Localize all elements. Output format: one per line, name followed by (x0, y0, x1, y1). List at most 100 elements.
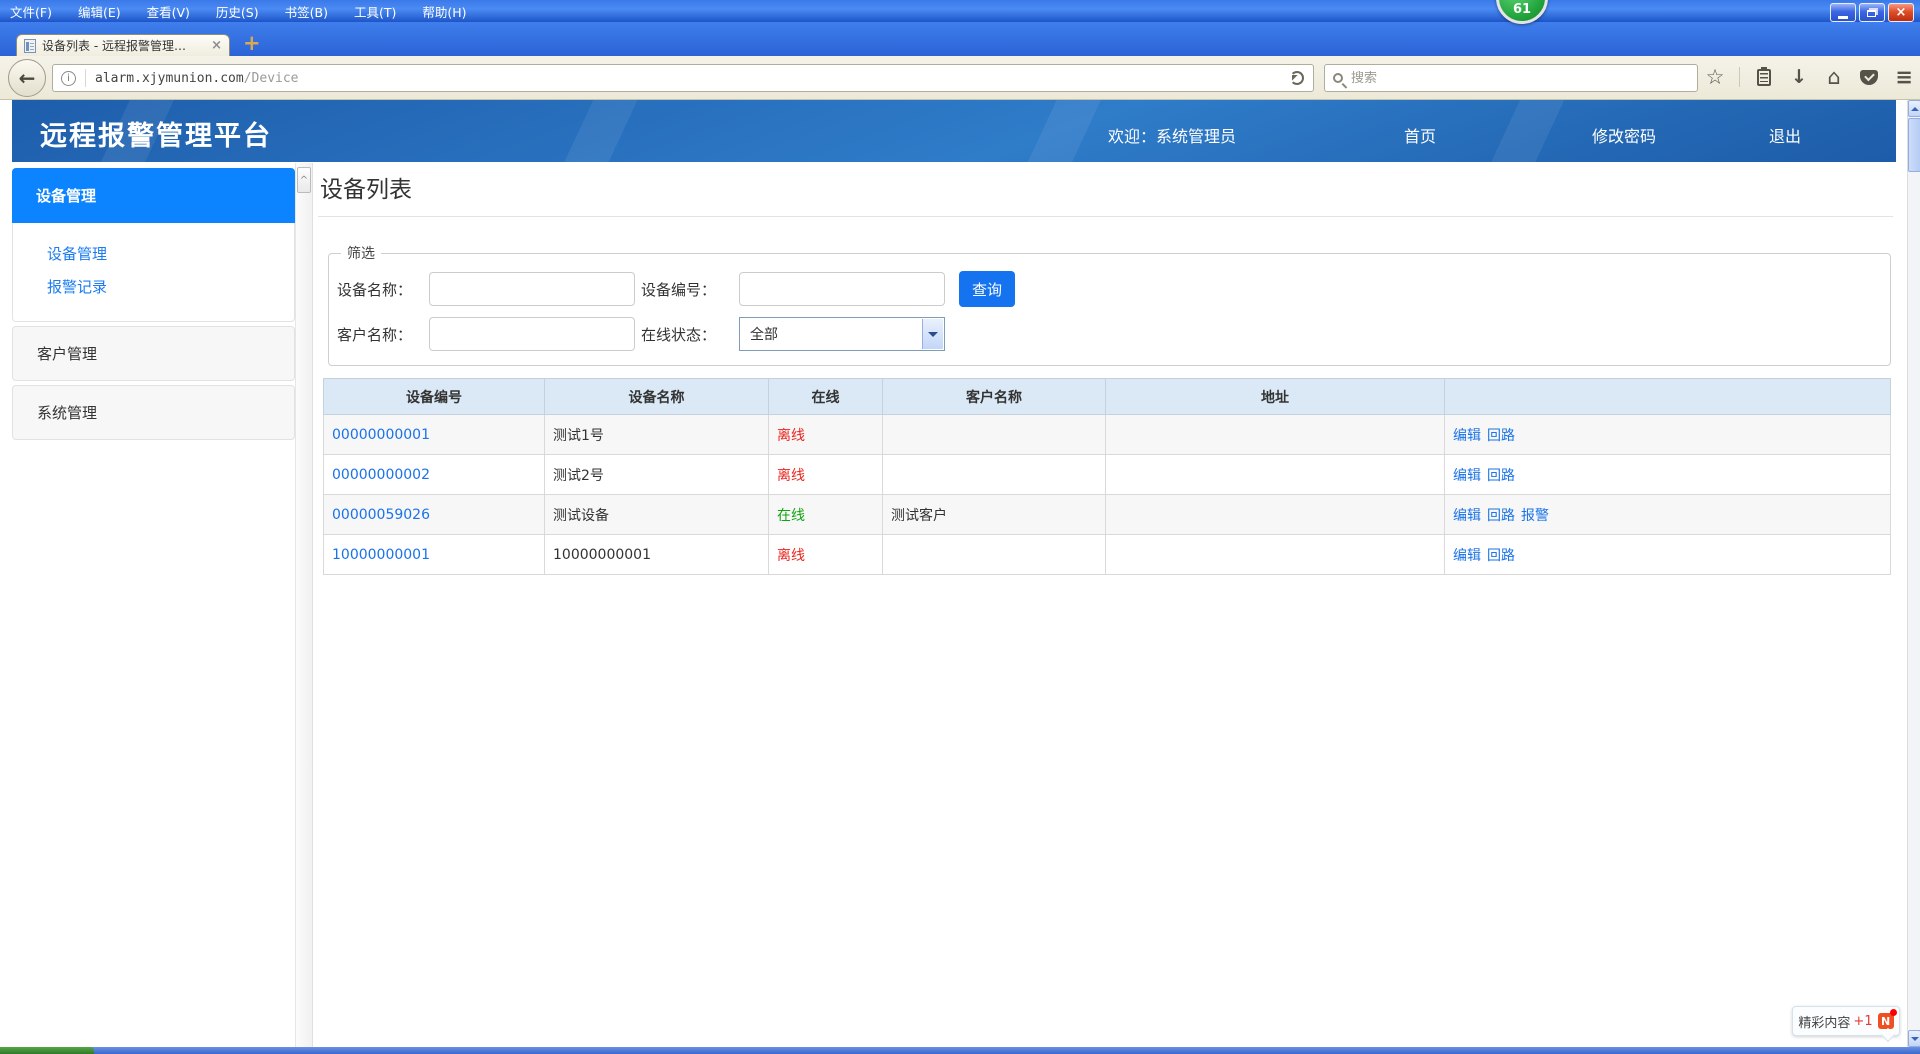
menu-item[interactable]: 查看(V) (147, 2, 190, 21)
action-link[interactable]: 编辑 (1453, 508, 1481, 524)
select-dropdown-arrow-icon[interactable] (922, 319, 943, 349)
address-cell (1106, 495, 1445, 535)
sidebar-section-system[interactable]: 系统管理 (12, 385, 295, 440)
query-button[interactable]: 查询 (959, 271, 1015, 307)
nav-home-link[interactable]: 首页 (1404, 123, 1436, 147)
vertical-scrollbar[interactable] (1907, 100, 1920, 1048)
url-path: /Device (244, 71, 299, 86)
scroll-up-button[interactable] (1908, 100, 1920, 117)
device-no-input[interactable] (739, 272, 945, 306)
status-cell: 离线 (769, 415, 883, 455)
table-row: 1000000000110000000001离线编辑回路 (324, 535, 1891, 575)
status-badge: 在线 (777, 508, 805, 524)
table-header-cell: 客户名称 (883, 379, 1106, 415)
menu-item[interactable]: 文件(F) (10, 2, 52, 21)
device-name-label: 设备名称： (337, 279, 429, 300)
start-button-sliver[interactable] (0, 1047, 94, 1054)
tab-close-icon[interactable]: × (211, 39, 222, 52)
device-id-link[interactable]: 00000000001 (332, 427, 430, 443)
action-link[interactable]: 编辑 (1453, 468, 1481, 484)
search-input[interactable] (1351, 71, 1651, 86)
window-controls: × (1830, 3, 1914, 22)
search-box[interactable] (1324, 64, 1698, 92)
sidebar: 设备管理 设备管理 报警记录 客户管理 系统管理 (12, 168, 295, 440)
menu-item[interactable]: 编辑(E) (78, 2, 121, 21)
action-link[interactable]: 回路 (1487, 468, 1515, 484)
action-link[interactable]: 编辑 (1453, 428, 1481, 444)
action-link[interactable]: 回路 (1487, 428, 1515, 444)
table-header-cell: 在线 (769, 379, 883, 415)
menu-item[interactable]: 工具(T) (354, 2, 396, 21)
status-badge: 离线 (777, 468, 805, 484)
page-title: 设备列表 (318, 162, 1893, 216)
tab-favicon-icon (24, 39, 36, 53)
scroll-thumb[interactable] (1908, 118, 1920, 172)
status-cell: 离线 (769, 455, 883, 495)
sidebar-link-alarm-records[interactable]: 报警记录 (47, 276, 294, 297)
action-link[interactable]: 回路 (1487, 508, 1515, 524)
sidebar-devices-body: 设备管理 报警记录 (12, 223, 295, 322)
filter-legend: 筛选 (341, 243, 381, 263)
pocket-icon[interactable] (1858, 70, 1880, 85)
action-link[interactable]: 报警 (1521, 508, 1549, 524)
splitter[interactable]: ^ (295, 163, 313, 1048)
promo-plus-count: +1 (1853, 1014, 1872, 1029)
url-separator (85, 69, 86, 87)
filter-fieldset: 筛选 设备名称： 设备编号： 查询 客户名称： 在线状态： 全部 (328, 243, 1891, 366)
restore-button[interactable] (1859, 3, 1885, 22)
nav-toolbar: ← i alarm.xjymunion.com/Device ☆ ↓ ⌂ ≡ (0, 56, 1920, 100)
sidebar-section-devices[interactable]: 设备管理 (12, 168, 295, 223)
notification-count: 61 (1513, 2, 1531, 17)
customer-name-label: 客户名称： (337, 324, 429, 345)
close-button[interactable]: × (1888, 3, 1914, 22)
minimize-button[interactable] (1830, 3, 1856, 22)
back-button[interactable]: ← (8, 59, 46, 97)
promo-bubble[interactable]: 精彩内容 +1 N (1792, 1006, 1900, 1036)
menu-item[interactable]: 历史(S) (216, 2, 259, 21)
reload-icon (1290, 71, 1304, 85)
splitter-collapse-button[interactable]: ^ (297, 167, 311, 193)
customer-name-input[interactable] (429, 317, 635, 351)
table-row: 00000000002测试2号离线编辑回路 (324, 455, 1891, 495)
action-link[interactable]: 编辑 (1453, 548, 1481, 564)
tab-device-list[interactable]: 设备列表 - 远程报警管理… × (16, 34, 230, 56)
promo-n-icon[interactable]: N (1878, 1013, 1894, 1029)
status-badge: 离线 (777, 548, 805, 564)
actions-cell: 编辑回路 (1445, 455, 1891, 495)
table-row: 00000000001 测试1号离线 编辑回路 (324, 415, 1891, 455)
table-header-cell: 设备名称 (545, 379, 769, 415)
device-id-link[interactable]: 10000000001 (332, 547, 430, 563)
downloads-icon[interactable]: ↓ (1788, 66, 1810, 88)
new-tab-button[interactable]: + (243, 31, 261, 55)
online-status-select[interactable]: 全部 (739, 317, 945, 351)
scroll-down-arrow-icon (1911, 1037, 1919, 1045)
status-cell: 在线 (769, 495, 883, 535)
device-id-link[interactable]: 00000059026 (332, 507, 430, 523)
sidebar-section-customers[interactable]: 客户管理 (12, 326, 295, 381)
tab-bar: 设备列表 - 远程报警管理… × + (0, 22, 1920, 56)
site-title: 远程报警管理平台 (40, 114, 272, 153)
sidebar-link-device-management[interactable]: 设备管理 (47, 243, 294, 264)
home-icon[interactable]: ⌂ (1823, 65, 1845, 89)
url-bar[interactable]: i alarm.xjymunion.com/Device (52, 64, 1314, 92)
action-link[interactable]: 回路 (1487, 548, 1515, 564)
device-name-cell: 测试1号 (545, 415, 769, 455)
url-text[interactable]: alarm.xjymunion.com/Device (95, 71, 299, 86)
bookmark-star-icon[interactable]: ☆ (1704, 65, 1726, 89)
scroll-down-button[interactable] (1908, 1030, 1920, 1047)
actions-cell: 编辑回路报警 (1445, 495, 1891, 535)
nav-logout-link[interactable]: 退出 (1769, 123, 1801, 147)
device-name-input[interactable] (429, 272, 635, 306)
menu-item[interactable]: 帮助(H) (422, 2, 466, 21)
nav-change-password-link[interactable]: 修改密码 (1592, 123, 1656, 147)
reload-button[interactable] (1289, 70, 1305, 86)
status-cell: 离线 (769, 535, 883, 575)
address-cell (1106, 415, 1445, 455)
menu-item[interactable]: 书签(B) (285, 2, 328, 21)
library-icon[interactable] (1753, 69, 1775, 86)
info-icon[interactable]: i (61, 71, 76, 86)
device-id-link[interactable]: 00000000002 (332, 467, 430, 483)
actions-cell: 编辑回路 (1445, 535, 1891, 575)
status-badge: 离线 (777, 428, 805, 444)
hamburger-menu-icon[interactable]: ≡ (1893, 65, 1915, 89)
